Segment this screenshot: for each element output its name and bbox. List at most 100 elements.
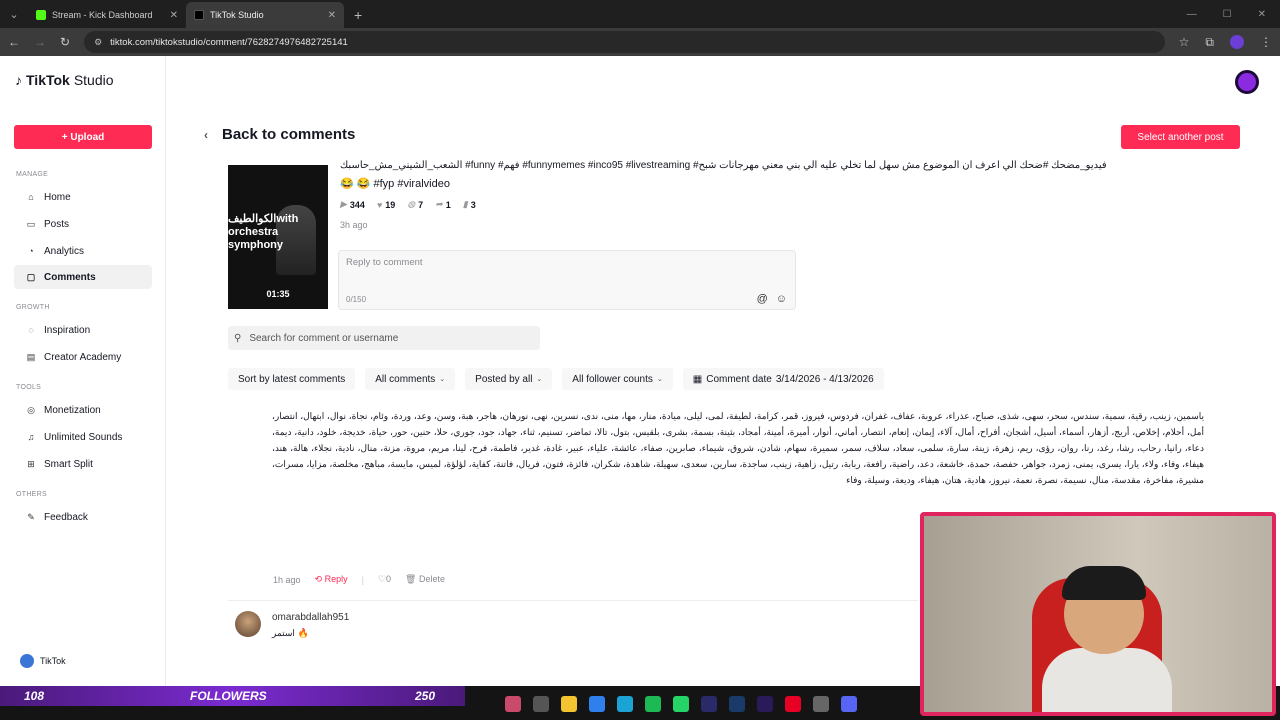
tab-kick-dashboard[interactable]: Stream - Kick Dashboard ✕	[28, 2, 186, 28]
store-icon[interactable]	[589, 696, 605, 712]
commenter-username[interactable]: omarabdallah951	[272, 612, 349, 623]
posts-icon: ▭	[26, 218, 36, 229]
sidebar-item-smart-split[interactable]: ⊞ Smart Split	[14, 452, 152, 476]
browser-profile-icon[interactable]	[1230, 35, 1244, 49]
posted-by-dropdown[interactable]: Posted by all ⌄	[465, 368, 553, 390]
commenter-avatar[interactable]	[235, 611, 261, 637]
whatsapp-icon[interactable]	[673, 696, 689, 712]
browser-tab-strip: ⌄ Stream - Kick Dashboard ✕ TikTok Studi…	[0, 0, 1280, 28]
reply-input[interactable]: Reply to comment 0/150 @ ☺	[338, 250, 796, 310]
post-tags: 😂 😂 #fyp #viralvideo	[340, 178, 450, 190]
discord-icon[interactable]	[841, 696, 857, 712]
heart-outline-icon: ♡	[377, 574, 387, 584]
back-to-comments[interactable]: ‹ Back to comments	[204, 126, 355, 143]
follower-counts-dropdown[interactable]: All follower counts ⌄	[562, 368, 673, 390]
section-others: OTHERS	[16, 491, 47, 498]
calendar-icon: ▦	[692, 373, 703, 385]
spotify-icon[interactable]	[645, 696, 661, 712]
premiere-icon[interactable]	[701, 696, 717, 712]
browser-menu-icon[interactable]: ⋮	[1260, 35, 1272, 49]
post-stats: ▶ 344 ♥ 19 ◍ 7 ➦ 1 ▮ 3	[340, 199, 476, 210]
address-toolbar: ← → ↻ ⚙ tiktok.com/tiktokstudio/comment/…	[0, 28, 1280, 56]
post-time: 3h ago	[340, 220, 368, 230]
sidebar-item-feedback[interactable]: ✎ Feedback	[14, 505, 152, 529]
comment-icon: ◍	[407, 199, 416, 209]
folder-icon[interactable]	[561, 696, 577, 712]
sidebar-item-home[interactable]: ⌂ Home	[14, 185, 152, 209]
delete-button[interactable]: 🗑 Delete	[405, 574, 445, 585]
forward-nav-icon[interactable]: →	[34, 35, 46, 49]
new-tab-button[interactable]: +	[344, 2, 372, 28]
tiktok-logo-icon: ♪	[15, 72, 22, 88]
comment-actions: 1h ago ⟲ Reply | ♡0 🗑 Delete	[273, 574, 445, 585]
sort-dropdown[interactable]: Sort by latest comments	[228, 368, 356, 390]
sidebar-footer[interactable]: TikTok	[20, 654, 66, 668]
site-info-icon[interactable]: ⚙	[94, 37, 102, 48]
tab-search-icon[interactable]: ⌄	[0, 0, 28, 28]
comment-date-filter[interactable]: ▦ Comment date 3/14/2026 - 4/13/2026	[682, 368, 884, 390]
minimize-icon[interactable]: —	[1187, 9, 1197, 20]
chevron-left-icon: ‹	[204, 127, 208, 142]
tab-tiktok-studio[interactable]: TikTok Studio ✕	[186, 2, 344, 28]
close-tab-icon[interactable]: ✕	[328, 10, 336, 21]
close-tab-icon[interactable]: ✕	[170, 10, 178, 21]
app-icon[interactable]	[505, 696, 521, 712]
play-icon: ▶	[340, 199, 347, 209]
section-manage: MANAGE	[16, 171, 49, 178]
back-nav-icon[interactable]: ←	[8, 35, 20, 49]
all-comments-dropdown[interactable]: All comments ⌄	[365, 368, 456, 390]
monetization-icon: ◎	[27, 404, 35, 415]
close-window-icon[interactable]: ✕	[1258, 9, 1266, 20]
profile-avatar[interactable]	[1235, 70, 1259, 94]
lightbulb-icon: ◌	[28, 325, 34, 335]
streamer-hair	[1062, 566, 1146, 600]
comment-divider	[228, 600, 918, 601]
search-icon: ⚲	[234, 332, 242, 344]
pinterest-icon[interactable]	[785, 696, 801, 712]
followers-label: FOLLOWERS	[190, 689, 267, 703]
sidebar-item-comments[interactable]: ▢ Comments	[14, 265, 152, 289]
tiktok-studio-logo[interactable]: ♪ TikTok Studio	[15, 72, 114, 88]
academy-icon: ▤	[26, 351, 36, 362]
sidebar-item-creator-academy[interactable]: ▤ Creator Academy	[14, 345, 152, 369]
trash-icon: 🗑	[405, 574, 417, 584]
kick-favicon-icon	[36, 10, 46, 20]
extensions-icon[interactable]: ⧉	[1205, 35, 1214, 50]
sidebar: ♪ TikTok Studio + Upload MANAGE ⌂ Home ▭ P…	[0, 56, 166, 686]
photoshop-icon[interactable]	[729, 696, 745, 712]
sidebar-item-analytics[interactable]: ◔ Analytics	[14, 239, 152, 263]
address-bar[interactable]: ⚙ tiktok.com/tiktokstudio/comment/762827…	[84, 31, 1165, 53]
upload-button[interactable]: + Upload	[14, 125, 152, 149]
share-icon: ➦	[435, 199, 443, 209]
mention-icon[interactable]: @	[757, 293, 768, 305]
followers-goal: 250	[415, 689, 436, 703]
heart-icon: ♥	[376, 199, 383, 210]
shares-count: 1	[445, 199, 451, 210]
sidebar-item-posts[interactable]: ▭ Posts	[14, 212, 152, 236]
reload-icon[interactable]: ↻	[60, 35, 70, 49]
sidebar-item-monetization[interactable]: ◎ Monetization	[14, 398, 152, 422]
app-icon[interactable]	[533, 696, 549, 712]
window-controls: — ☐ ✕	[1187, 0, 1280, 28]
followers-current: 108	[24, 689, 45, 703]
maximize-icon[interactable]: ☐	[1223, 9, 1232, 20]
reply-button[interactable]: ⟲ Reply	[315, 574, 348, 585]
app-icon[interactable]	[813, 696, 829, 712]
after-effects-icon[interactable]	[757, 696, 773, 712]
sidebar-item-inspiration[interactable]: ◌ Inspiration	[14, 318, 152, 342]
like-button[interactable]: ♡0	[378, 574, 391, 585]
select-another-post-button[interactable]: Select another post	[1121, 125, 1240, 149]
edge-icon[interactable]	[617, 696, 633, 712]
comment-search-input[interactable]: ⚲ Search for comment or username	[228, 326, 540, 350]
account-avatar	[20, 654, 34, 668]
chevron-down-icon: ⌄	[439, 376, 446, 383]
comments-count: 7	[418, 199, 424, 210]
streamer-body	[1042, 648, 1172, 712]
bookmark-star-icon[interactable]: ☆	[1179, 35, 1190, 49]
post-thumbnail[interactable]: الكوالطيفwith orchestra symphony 01:35	[228, 165, 328, 309]
views-count: 344	[349, 199, 365, 210]
split-icon: ⊞	[27, 458, 35, 469]
sidebar-item-unlimited-sounds[interactable]: ♫ Unlimited Sounds	[14, 425, 152, 449]
home-icon: ⌂	[28, 192, 34, 202]
emoji-icon[interactable]: ☺	[776, 293, 787, 305]
